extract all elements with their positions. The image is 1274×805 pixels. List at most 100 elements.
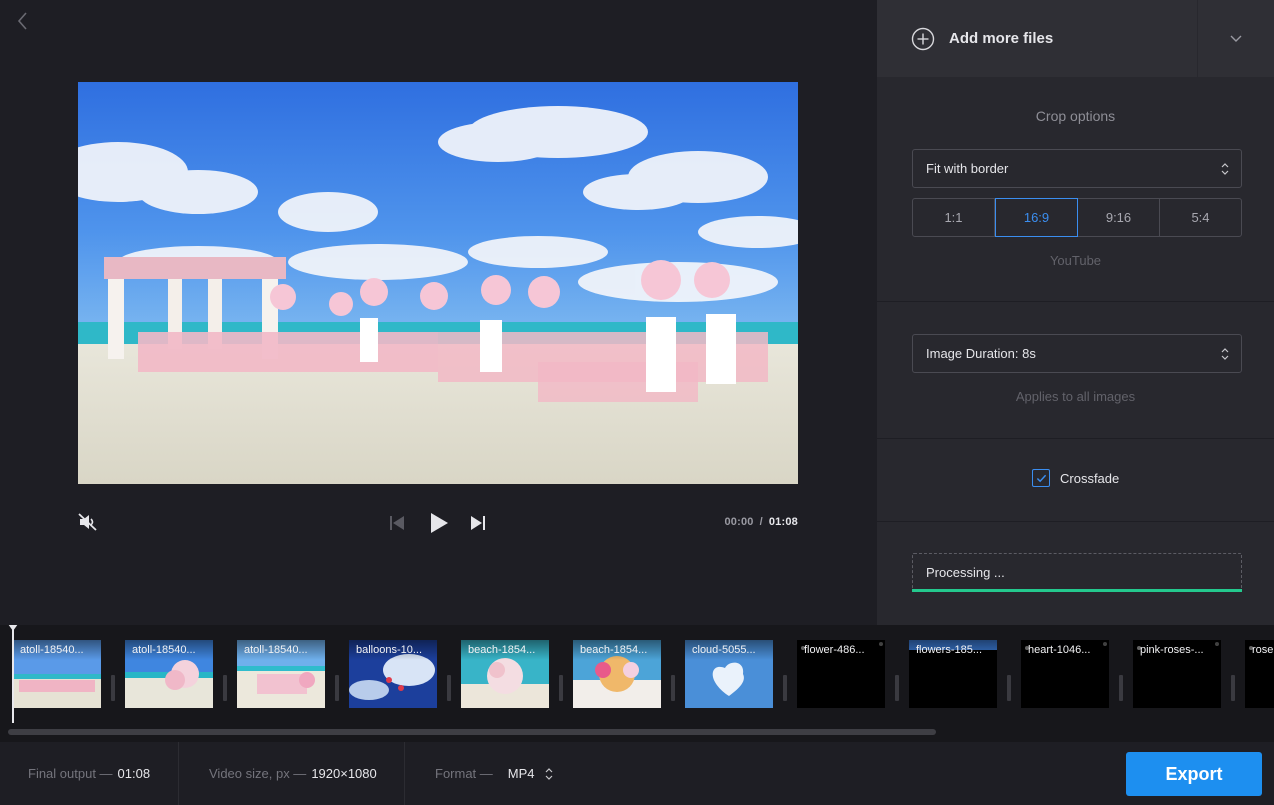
add-more-files-button[interactable]: Add more files [877, 0, 1197, 77]
section-divider [877, 438, 1274, 439]
video-size-info: Video size, px — 1920×1080 [209, 742, 377, 805]
processing-progress-fill [912, 589, 1242, 592]
play-icon [431, 513, 448, 533]
preview-area: 00:00 / 01:08 [0, 0, 877, 625]
clip-transition-handle[interactable] [1119, 675, 1123, 701]
chevron-left-icon [17, 12, 27, 30]
clip-transition-handle[interactable] [783, 675, 787, 701]
clip-transition-handle[interactable] [895, 675, 899, 701]
check-icon [1036, 474, 1046, 482]
clip-transition-handle[interactable] [447, 675, 451, 701]
footer-divider [404, 742, 405, 805]
clip-name: heart-1046... [1021, 640, 1109, 660]
timeline-clip[interactable]: balloons-10... [349, 640, 437, 708]
clip-name: atoll-18540... [13, 640, 101, 660]
beach-wedding-image [78, 82, 798, 484]
clip-transition-handle[interactable] [559, 675, 563, 701]
export-button[interactable]: Export [1126, 752, 1262, 796]
chevron-down-icon [1230, 35, 1242, 42]
timeline-clip[interactable]: beach-1854... [461, 640, 549, 708]
ratio-16-9[interactable]: 16:9 [995, 198, 1078, 237]
timeline-clip[interactable]: atoll-18540... [125, 640, 213, 708]
timeline-clip[interactable]: flower-486... [797, 640, 885, 708]
image-duration-select[interactable]: Image Duration: 8s [912, 334, 1242, 373]
select-arrows-icon [1221, 163, 1229, 175]
timeline-clip[interactable]: pink-roses-... [1133, 640, 1221, 708]
image-duration-value: Image Duration: 8s [926, 346, 1036, 361]
duration-hint: Applies to all images [1015, 389, 1136, 404]
clip-name: beach-1854... [461, 640, 549, 660]
previous-button[interactable] [389, 515, 405, 531]
time-separator: / [759, 516, 763, 528]
player-controls: 00:00 / 01:08 [78, 508, 798, 538]
format-selector[interactable]: Format — MP4 [435, 742, 553, 805]
next-button[interactable] [470, 515, 486, 531]
ratio-hint: YouTube [1049, 253, 1102, 268]
crossfade-toggle[interactable]: Crossfade [1032, 469, 1119, 487]
clip-name: flowers-185... [909, 640, 997, 660]
mute-button[interactable] [78, 512, 98, 532]
crop-options-title: Crop options [1035, 108, 1116, 124]
clip-transition-handle[interactable] [1007, 675, 1011, 701]
video-size-value: 1920×1080 [311, 766, 377, 781]
clip-name: pink-roses-... [1133, 640, 1221, 660]
clip-name: cloud-5055... [685, 640, 773, 660]
crop-mode-select[interactable]: Fit with border [912, 149, 1242, 188]
total-time: 01:08 [768, 516, 798, 528]
current-time: 00:00 [724, 516, 754, 528]
section-divider [877, 521, 1274, 522]
timeline: atoll-18540... atoll-18540... atoll-18540.… [0, 625, 1274, 742]
format-value[interactable]: MP4 [508, 766, 535, 781]
select-arrows-icon [1221, 348, 1229, 360]
clip-name: flower-486... [797, 640, 885, 660]
processing-label: Processing ... [926, 565, 1005, 580]
clip-name: atoll-18540... [237, 640, 325, 660]
ratio-5-4[interactable]: 5:4 [1160, 199, 1241, 236]
processing-status: Processing ... [912, 553, 1242, 592]
crossfade-checkbox[interactable] [1032, 469, 1050, 487]
final-output-label: Final output — [28, 766, 113, 781]
clip-name: balloons-10... [349, 640, 437, 660]
final-output-value: 01:08 [117, 766, 151, 781]
time-display: 00:00 / 01:08 [724, 516, 798, 528]
format-label: Format — [435, 766, 493, 781]
ratio-1-1[interactable]: 1:1 [913, 199, 995, 236]
clip-strip: atoll-18540... atoll-18540... atoll-18540.… [13, 640, 1274, 708]
clip-transition-handle[interactable] [1231, 675, 1235, 701]
timeline-clip[interactable]: cloud-5055... [685, 640, 773, 708]
timeline-clip[interactable]: rose [1245, 640, 1274, 708]
clip-transition-handle[interactable] [111, 675, 115, 701]
timeline-clip[interactable]: atoll-18540... [237, 640, 325, 708]
timeline-clip[interactable]: beach-1854... [573, 640, 661, 708]
footer-divider [178, 742, 179, 805]
timeline-scrollbar[interactable] [8, 729, 936, 735]
crossfade-label: Crossfade [1060, 470, 1120, 486]
clip-transition-handle[interactable] [223, 675, 227, 701]
clip-transition-handle[interactable] [671, 675, 675, 701]
add-more-files-label: Add more files [949, 30, 1054, 47]
video-size-label: Video size, px — [209, 766, 307, 781]
processing-progress-bar [912, 589, 1242, 592]
speaker-muted-icon [78, 513, 97, 531]
ratio-9-16[interactable]: 9:16 [1078, 199, 1160, 236]
crop-mode-value: Fit with border [926, 161, 1009, 176]
select-arrows-icon[interactable] [545, 767, 553, 780]
timeline-clip[interactable]: flowers-185... [909, 640, 997, 708]
playhead[interactable] [8, 625, 18, 723]
timeline-clip[interactable]: atoll-18540... [13, 640, 101, 708]
video-maker-app: 00:00 / 01:08 Add more files Crop options … [0, 0, 1274, 805]
clip-name: atoll-18540... [125, 640, 213, 660]
footer-bar: Final output — 01:08 Video size, px — 19… [0, 742, 1274, 805]
video-preview [78, 82, 798, 484]
play-button[interactable] [429, 512, 449, 534]
back-button[interactable] [12, 10, 32, 32]
clip-transition-handle[interactable] [335, 675, 339, 701]
clip-name: beach-1854... [573, 640, 661, 660]
final-output-info: Final output — 01:08 [28, 742, 150, 805]
add-files-dropdown[interactable] [1198, 0, 1274, 77]
aspect-ratio-group: 1:1 16:9 9:16 5:4 [912, 198, 1242, 237]
settings-panel: Add more files Crop options Fit with bor… [877, 0, 1274, 625]
section-divider [877, 301, 1274, 302]
timeline-clip[interactable]: heart-1046... [1021, 640, 1109, 708]
clip-name: rose [1245, 640, 1274, 660]
